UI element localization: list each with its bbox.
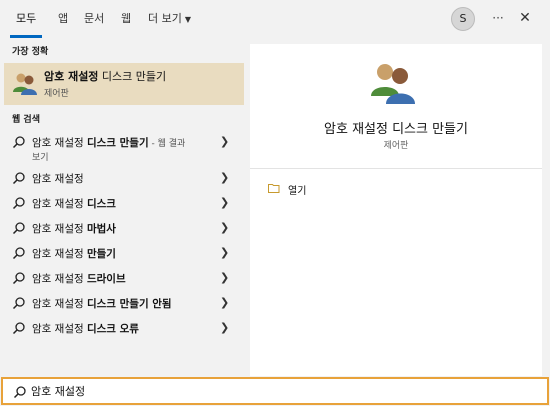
results-list: 가장 정확 암호 재설정 디스크 만들기 제어판 웹 검색 암호 재설정 디스크… [0, 38, 244, 376]
best-match-title-rest: 디스크 만들기 [98, 70, 167, 83]
tab-web[interactable]: 웹 [121, 0, 131, 38]
more-options-button[interactable]: ··· [488, 8, 508, 28]
avatar[interactable]: S [451, 7, 475, 31]
search-icon [12, 322, 25, 335]
web-result-text: 암호 재설정 드라이브 [32, 271, 126, 286]
web-result-item[interactable]: 암호 재설정 만들기 ❯ [4, 241, 244, 266]
web-result-item[interactable]: 암호 재설정 디스크 만들기 - 웹 결과 보기 ❯ [4, 130, 244, 163]
chevron-down-icon: ▼ [184, 15, 192, 24]
web-result-prefix: 암호 재설정 [32, 298, 87, 310]
web-result-item[interactable]: 암호 재설정 디스크 오류 ❯ [4, 316, 244, 341]
search-icon [12, 197, 25, 210]
web-result-bold: 마법사 [86, 223, 116, 235]
web-result-text: 암호 재설정 만들기 [32, 246, 116, 261]
web-result-prefix: 암호 재설정 [32, 198, 87, 210]
web-result-item[interactable]: 암호 재설정 ❯ [4, 166, 244, 191]
web-result-prefix: 암호 재설정 [32, 248, 87, 260]
close-button[interactable]: ✕ [515, 8, 535, 28]
best-match-title-bold: 암호 재설정 [44, 70, 99, 83]
web-result-text: 암호 재설정 디스크 [32, 196, 116, 211]
web-result-item[interactable]: 암호 재설정 디스크 ❯ [4, 191, 244, 216]
open-label: 열기 [288, 186, 307, 197]
search-icon [12, 136, 25, 149]
chevron-right-icon[interactable]: ❯ [220, 221, 229, 234]
search-window: 모두 앱 문서 웹 더 보기 ▼ S ··· ✕ 가장 정확 암호 재설정 디스크… [0, 0, 550, 406]
search-icon [12, 297, 25, 310]
chevron-right-icon[interactable]: ❯ [220, 135, 229, 148]
chevron-right-icon[interactable]: ❯ [220, 296, 229, 309]
web-result-extra: - 웹 결과 [148, 139, 186, 149]
tab-web-label: 웹 [121, 12, 132, 25]
web-result-text: 암호 재설정 디스크 오류 [32, 321, 139, 336]
tab-documents-label: 문서 [84, 12, 105, 25]
tab-apps[interactable]: 앱 [58, 0, 68, 38]
web-result-continuation: 보기 [32, 153, 49, 163]
search-icon [12, 222, 25, 235]
best-match-title: 암호 재설정 디스크 만들기 [44, 68, 166, 84]
tab-more[interactable]: 더 보기 ▼ [148, 0, 191, 38]
web-result-bold: 디스크 만들기 안됨 [86, 298, 172, 310]
folder-open-icon [268, 184, 280, 193]
web-result-text: 암호 재설정 디스크 만들기 - 웹 결과 [32, 135, 185, 150]
web-result-text: 암호 재설정 [32, 171, 84, 186]
search-icon [12, 272, 25, 285]
web-result-text: 암호 재설정 디스크 만들기 안됨 [32, 296, 172, 311]
preview-panel: 암호 재설정 디스크 만들기 제어판 열기 [250, 44, 542, 376]
preview-title: 암호 재설정 디스크 만들기 [324, 122, 468, 137]
web-result-prefix: 암호 재설정 [32, 223, 87, 235]
web-result-item[interactable]: 암호 재설정 디스크 만들기 안됨 ❯ [4, 291, 244, 316]
chevron-right-icon[interactable]: ❯ [220, 246, 229, 259]
tab-apps-label: 앱 [58, 12, 69, 25]
chevron-right-icon[interactable]: ❯ [220, 196, 229, 209]
preview-subtitle: 제어판 [383, 141, 409, 151]
search-icon [12, 172, 25, 185]
users-icon [371, 64, 415, 104]
best-match-subtitle: 제어판 [44, 89, 69, 99]
web-result-bold: 드라이브 [86, 273, 126, 285]
chevron-right-icon[interactable]: ❯ [220, 321, 229, 334]
web-result-item[interactable]: 암호 재설정 드라이브 ❯ [4, 266, 244, 291]
web-result-prefix: 암호 재설정 [32, 323, 87, 335]
web-result-bold: 만들기 [86, 248, 116, 260]
web-result-prefix: 암호 재설정 [32, 137, 87, 149]
tab-more-label: 더 보기 [148, 12, 182, 25]
web-result-text: 암호 재설정 마법사 [32, 221, 116, 236]
tab-all[interactable]: 모두 [9, 0, 43, 38]
web-result-prefix: 암호 재설정 [32, 273, 87, 285]
divider [250, 168, 542, 169]
chevron-right-icon[interactable]: ❯ [220, 271, 229, 284]
tab-all-label: 모두 [16, 12, 37, 25]
search-box[interactable] [1, 377, 549, 405]
users-icon [13, 73, 37, 95]
best-match-heading: 가장 정확 [12, 47, 49, 57]
search-input[interactable] [31, 382, 511, 400]
best-match-item[interactable]: 암호 재설정 디스크 만들기 제어판 [4, 63, 244, 105]
web-result-bold: 디스크 [86, 198, 116, 210]
tab-documents[interactable]: 문서 [84, 0, 104, 38]
web-result-prefix: 암호 재설정 [32, 173, 84, 185]
web-result-bold: 디스크 만들기 [86, 137, 149, 149]
search-icon [13, 386, 26, 399]
chevron-right-icon[interactable]: ❯ [220, 171, 229, 184]
web-result-bold: 디스크 오류 [86, 323, 139, 335]
search-icon [12, 247, 25, 260]
top-tab-bar: 모두 앱 문서 웹 더 보기 ▼ S ··· ✕ [0, 0, 550, 38]
web-search-heading: 웹 검색 [12, 115, 40, 125]
web-result-item[interactable]: 암호 재설정 마법사 ❯ [4, 216, 244, 241]
